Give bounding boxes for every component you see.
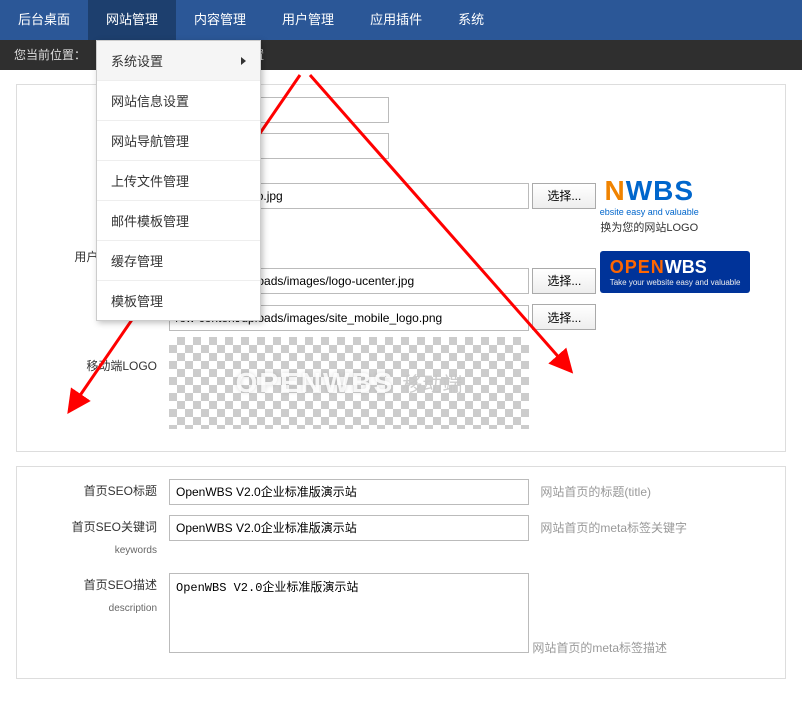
menu-mail-template[interactable]: 邮件模板管理 (97, 201, 260, 241)
seo-desc-label-en: description (29, 597, 157, 621)
logo-brand-right: WBS (626, 175, 694, 206)
nav-system[interactable]: 系统 (440, 0, 502, 40)
nav-site-manage[interactable]: 网站管理 (88, 0, 176, 40)
seo-keywords-label-cn: 首页SEO关键词 (72, 520, 157, 534)
menu-template[interactable]: 模板管理 (97, 281, 260, 320)
ucenter-logo-preview: OPENWBS Take your website easy and valua… (600, 251, 751, 293)
logo-preview: NWBS ebsite easy and valuable 换为您的网站LOGO (600, 175, 699, 235)
top-nav: 后台桌面 网站管理 内容管理 用户管理 应用插件 系统 (0, 0, 802, 40)
menu-site-nav[interactable]: 网站导航管理 (97, 121, 260, 161)
seo-title-input[interactable] (169, 479, 529, 505)
menu-item-label: 系统设置 (111, 51, 163, 70)
panel-seo: 首页SEO标题 网站首页的标题(title) 首页SEO关键词 keywords… (16, 466, 786, 679)
menu-cache[interactable]: 缓存管理 (97, 241, 260, 281)
menu-site-info[interactable]: 网站信息设置 (97, 81, 260, 121)
chevron-right-icon (241, 57, 246, 65)
nav-plugins[interactable]: 应用插件 (352, 0, 440, 40)
ucenter-choose-button[interactable]: 选择... (532, 268, 596, 294)
ucenter-brand-open: OPEN (610, 257, 665, 277)
seo-desc-hint: 网站首页的meta标签描述 (532, 639, 667, 656)
breadcrumb-prefix: 您当前位置： (14, 48, 86, 62)
nav-content-manage[interactable]: 内容管理 (176, 0, 264, 40)
seo-title-hint: 网站首页的标题(title) (540, 485, 651, 499)
mobile-sub: 移动端 (402, 368, 462, 397)
mobile-brand: OPENWBS (236, 367, 395, 399)
mobile-choose-button[interactable]: 选择... (532, 304, 596, 330)
nav-desktop[interactable]: 后台桌面 (0, 0, 88, 40)
menu-system-settings[interactable]: 系统设置 (97, 41, 260, 81)
logo-cn-text: 换为您的网站LOGO (600, 219, 698, 235)
seo-title-label: 首页SEO标题 (29, 479, 169, 503)
seo-keywords-input[interactable] (169, 515, 529, 541)
seo-keywords-hint: 网站首页的meta标签关键字 (540, 521, 687, 535)
nav-user-manage[interactable]: 用户管理 (264, 0, 352, 40)
logo-brand-left: N (604, 175, 625, 206)
seo-keywords-label: 首页SEO关键词 keywords (29, 515, 169, 563)
logo-en-text: ebsite easy and valuable (600, 207, 699, 217)
seo-keywords-label-en: keywords (29, 539, 157, 563)
ucenter-brand-wbs: WBS (665, 257, 707, 277)
menu-upload-files[interactable]: 上传文件管理 (97, 161, 260, 201)
site-manage-dropdown: 系统设置 网站信息设置 网站导航管理 上传文件管理 邮件模板管理 缓存管理 模板… (96, 40, 261, 321)
logo-choose-button[interactable]: 选择... (532, 183, 596, 209)
mobile-logo-preview: OPENWBS 移动端 (169, 337, 529, 429)
seo-desc-label: 首页SEO描述 description (29, 573, 169, 621)
seo-desc-input[interactable] (169, 573, 529, 653)
seo-desc-label-cn: 首页SEO描述 (84, 578, 157, 592)
ucenter-sub-text: Take your website easy and valuable (610, 278, 741, 287)
